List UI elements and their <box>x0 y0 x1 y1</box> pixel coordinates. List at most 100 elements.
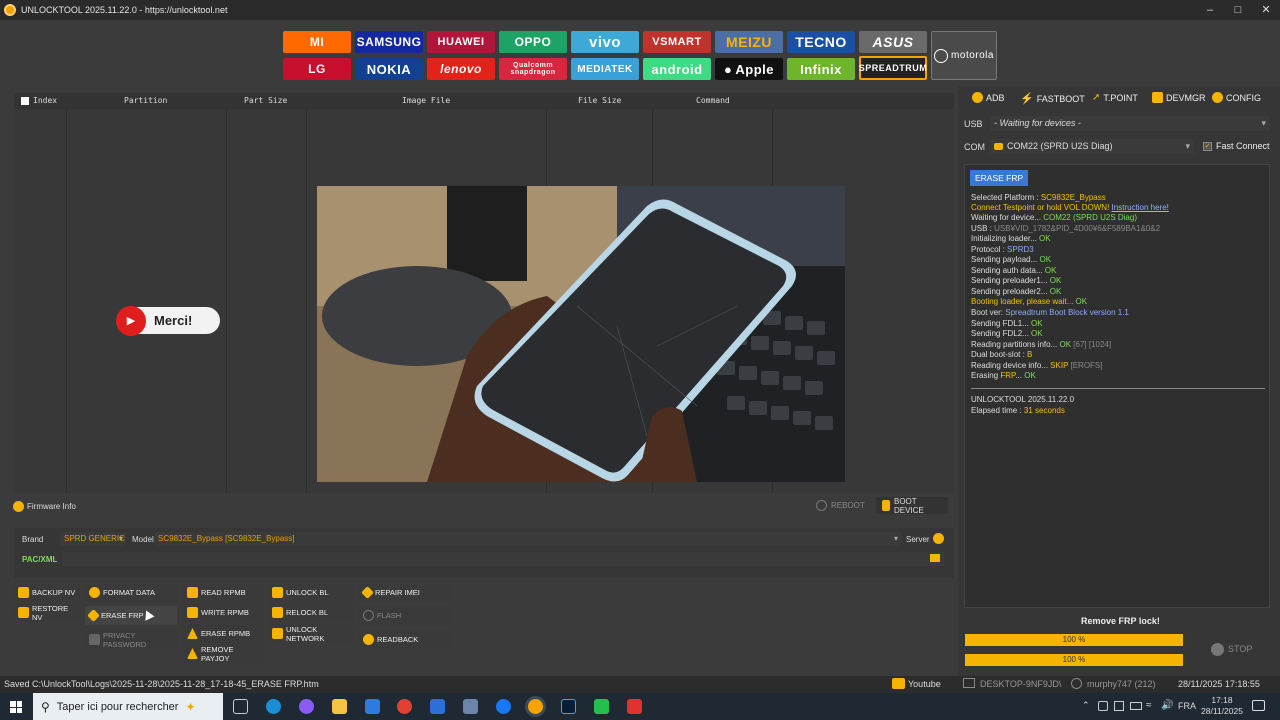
facebook-icon[interactable] <box>496 699 511 714</box>
col-command[interactable]: Command <box>696 96 730 105</box>
taskbar-date[interactable]: 28/11/2025 <box>1198 706 1246 716</box>
volume-icon[interactable]: 🔊 <box>1161 700 1173 711</box>
brand-mediatek[interactable]: MEDIATEK <box>571 58 639 80</box>
col-file-size[interactable]: File Size <box>578 96 621 105</box>
brand-mi[interactable]: MI <box>283 31 351 53</box>
brand-qualcomm[interactable]: Qualcomm snapdragon <box>499 58 567 80</box>
log-text: Reading partitions info... <box>971 340 1060 349</box>
notifications-icon[interactable] <box>1252 700 1265 711</box>
security-icon[interactable] <box>1098 701 1108 711</box>
model-select[interactable]: SC9832E_Bypass [SC9832E_Bypass] ▾ <box>154 532 902 546</box>
brand-nokia[interactable]: NOKIA <box>355 58 423 80</box>
youtube-link[interactable]: Youtube <box>908 679 941 689</box>
brand-select[interactable]: SPRD GENERIC ▾ <box>60 532 126 546</box>
mail-icon[interactable] <box>430 699 445 714</box>
remote-desktop-icon[interactable] <box>463 699 478 714</box>
battery-icon[interactable] <box>1130 702 1142 710</box>
taskbar-time[interactable]: 17:18 <box>1202 695 1242 705</box>
file-explorer-icon[interactable] <box>332 699 347 714</box>
chevron-up-icon[interactable]: ⌃ <box>1082 700 1090 711</box>
tool-fastboot[interactable]: ⚡ FASTBOOT <box>1020 92 1085 105</box>
log-line: Initializing loader... OK <box>971 234 1051 243</box>
minimize-button[interactable]: – <box>1195 0 1225 20</box>
camtasia-icon[interactable] <box>594 699 609 714</box>
brand-tecno[interactable]: TECNO <box>787 31 855 53</box>
tool-tpoint[interactable]: ➚ T.POINT <box>1092 92 1138 103</box>
stop-button[interactable]: STOP <box>1199 639 1259 659</box>
backup-nv-button[interactable]: BACKUP NV <box>14 583 80 602</box>
brand-huawei[interactable]: HUAWEI <box>427 31 495 53</box>
privacy-password-button[interactable]: PRIVACY PASSWORD <box>85 630 177 649</box>
device-icon <box>882 500 890 511</box>
read-rpmb-button[interactable]: READ RPMB <box>183 583 263 602</box>
language-indicator[interactable]: FRA <box>1178 701 1196 711</box>
brand-android[interactable]: android <box>643 58 711 80</box>
lock-icon <box>272 607 283 618</box>
app-c-icon[interactable] <box>627 699 642 714</box>
col-partition[interactable]: Partition <box>124 96 167 105</box>
close-button[interactable]: ✕ <box>1251 0 1280 20</box>
erase-rpmb-button[interactable]: ERASE RPMB <box>183 624 263 643</box>
brand-oppo[interactable]: OPPO <box>499 31 567 53</box>
brand-vsmart[interactable]: VSMART <box>643 31 711 53</box>
unlock-bl-label: UNLOCK BL <box>286 588 329 597</box>
select-all-checkbox[interactable] <box>21 97 29 105</box>
log-line: Connect Testpoint or hold VOL DOWN! Inst… <box>971 203 1169 212</box>
readback-icon <box>363 634 374 645</box>
remove-payjoy-button[interactable]: REMOVE PAYJOY <box>183 644 263 663</box>
brand-infinix[interactable]: Infinix <box>787 58 855 80</box>
windows-start-icon[interactable] <box>10 701 22 713</box>
restore-nv-button[interactable]: RESTORE NV <box>14 603 80 622</box>
instruction-link[interactable]: Instruction here! <box>1112 203 1169 212</box>
col-part-size[interactable]: Part Size <box>244 96 287 105</box>
log-value: Spreadtrum Boot Block version 1.1 <box>1005 308 1129 317</box>
relock-bl-button[interactable]: RELOCK BL <box>268 603 353 622</box>
model-select-value: SC9832E_Bypass [SC9832E_Bypass] <box>158 534 295 543</box>
photoshop-icon[interactable] <box>561 699 576 714</box>
brand-lg[interactable]: LG <box>283 58 351 80</box>
task-view-icon[interactable] <box>233 699 248 714</box>
brand-spreadtrum[interactable]: SPREADTRUM <box>859 56 927 80</box>
brand-meizu[interactable]: MEIZU <box>715 31 783 53</box>
tool-adb[interactable]: ADB <box>972 92 1005 103</box>
col-index[interactable]: Index <box>33 96 57 105</box>
chrome-icon[interactable] <box>397 699 412 714</box>
boot-device-button[interactable]: BOOT DEVICE <box>876 497 948 515</box>
brand-apple[interactable]: ● Apple <box>715 58 783 80</box>
brand-lenovo[interactable]: lenovo <box>427 58 495 80</box>
tool-devmgr[interactable]: DEVMGR <box>1152 92 1206 103</box>
store-icon[interactable] <box>365 699 380 714</box>
unlock-network-button[interactable]: UNLOCK NETWORK <box>268 624 353 643</box>
maximize-button[interactable]: □ <box>1223 0 1253 20</box>
fast-connect-checkbox[interactable]: ✓ Fast Connect <box>1203 141 1270 151</box>
format-data-button[interactable]: FORMAT DATA <box>85 583 177 602</box>
network-icon[interactable] <box>1114 701 1124 711</box>
log-value: OK <box>1024 371 1036 380</box>
folder-icon[interactable] <box>930 554 940 562</box>
brand-samsung[interactable]: SAMSUNG <box>355 31 423 53</box>
com-select[interactable]: COM22 (SPRD U2S Diag) ▾ <box>990 139 1194 154</box>
format-data-label: FORMAT DATA <box>103 588 155 597</box>
status-bar: Saved C:\UnlockTool\Logs\2025-11-28\2025… <box>0 676 1280 693</box>
erase-frp-button[interactable]: ERASE FRP <box>85 606 177 625</box>
brand-motorola[interactable]: motorola <box>931 31 997 80</box>
reboot-option[interactable]: REBOOT <box>816 500 865 511</box>
edge-icon[interactable] <box>266 699 281 714</box>
unlocktool-taskbar-icon[interactable] <box>528 699 543 714</box>
pac-xml-field[interactable] <box>62 552 944 566</box>
col-image-file[interactable]: Image File <box>402 96 450 105</box>
log-line: Reading device info... SKIP [EROFS] <box>971 361 1103 370</box>
wifi-icon[interactable]: ≈ <box>1146 700 1152 711</box>
tool-config[interactable]: CONFIG <box>1212 92 1261 103</box>
usb-select[interactable]: - Waiting for devices - ▾ <box>990 116 1270 131</box>
readback-button[interactable]: READBACK <box>359 630 451 649</box>
flash-button[interactable]: FLASH <box>359 606 451 625</box>
firmware-info[interactable]: Firmware Info <box>13 501 76 512</box>
copilot-icon[interactable] <box>299 699 314 714</box>
brand-vivo[interactable]: vivo <box>571 31 639 53</box>
repair-imei-button[interactable]: REPAIR IMEI <box>359 583 451 602</box>
brand-asus[interactable]: ASUS <box>859 31 927 53</box>
write-rpmb-button[interactable]: WRITE RPMB <box>183 603 263 622</box>
unlock-bl-button[interactable]: UNLOCK BL <box>268 583 353 602</box>
taskbar-search-box[interactable]: ⚲ Taper ici pour rechercher ✦ <box>33 693 223 720</box>
